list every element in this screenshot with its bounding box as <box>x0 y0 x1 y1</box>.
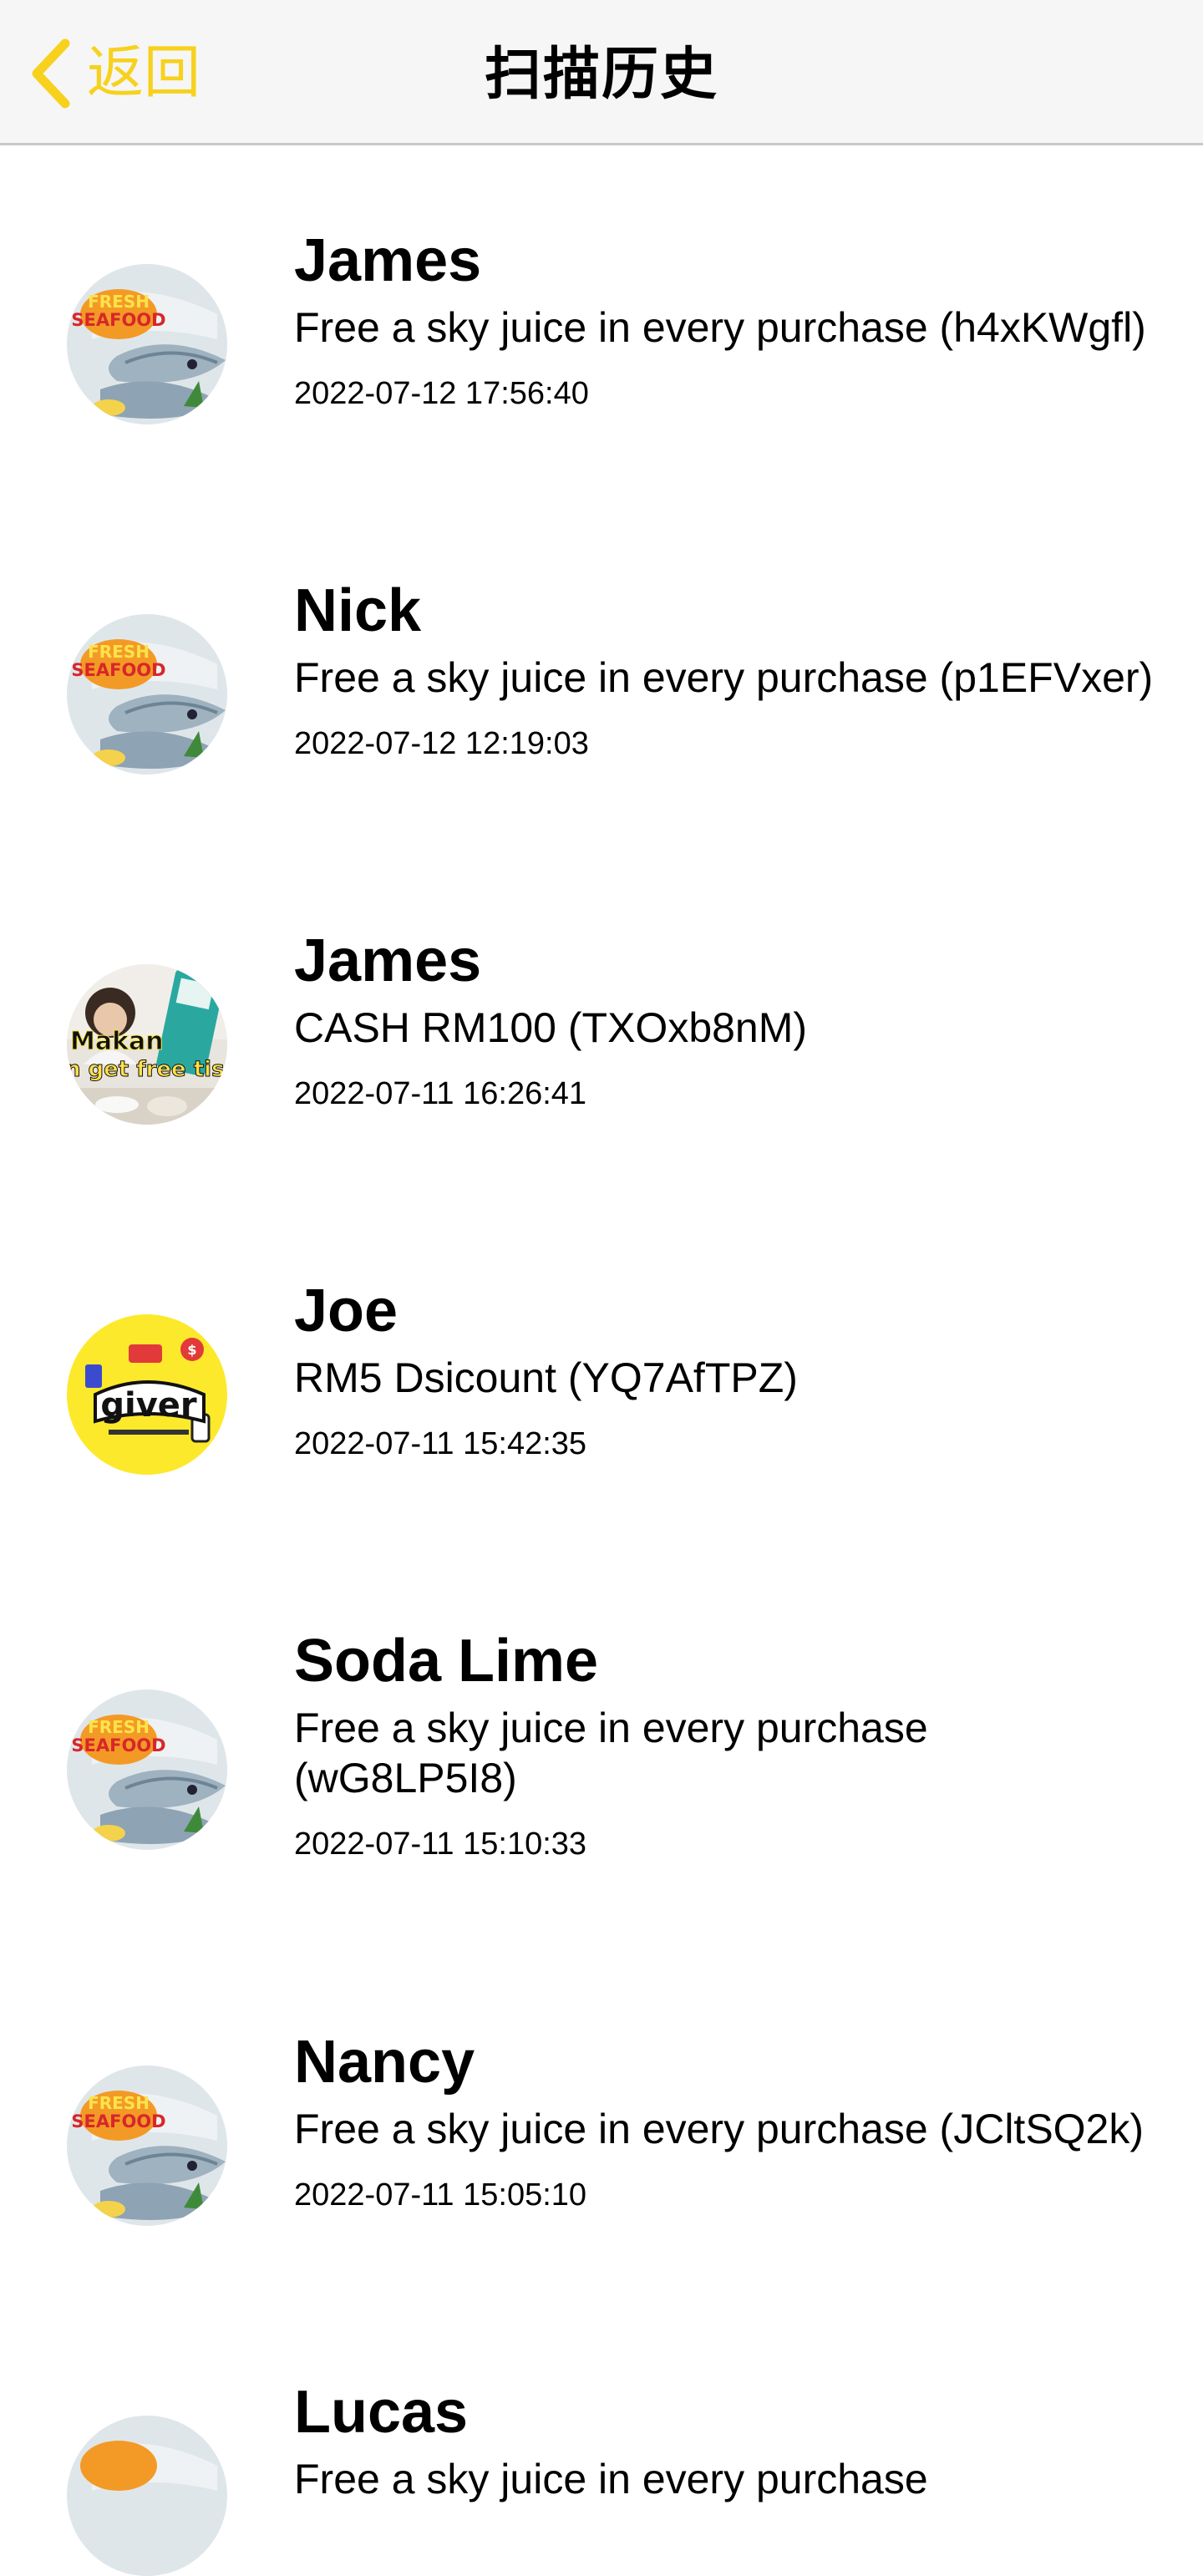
svg-text:FRESH: FRESH <box>88 2093 150 2113</box>
customer-name: Soda Lime <box>294 1628 599 1694</box>
offer-text: Free a sky juice in every purchase (wG8L… <box>294 1705 928 1801</box>
svg-text:FRESH: FRESH <box>88 642 150 662</box>
scan-timestamp: 2022-07-11 15:10:33 <box>294 1827 587 1862</box>
offer-text: Free a sky juice in every purchase (p1EF… <box>294 654 1154 701</box>
svg-text:SEAFOOD: SEAFOOD <box>71 1735 165 1755</box>
scan-timestamp: 2022-07-12 17:56:40 <box>294 376 589 411</box>
page-title: 扫描历史 <box>484 42 718 108</box>
giver-logo-thumbnail: $ giver <box>67 1314 227 1475</box>
scan-timestamp: 2022-07-11 15:42:35 <box>294 1426 587 1461</box>
offer-text: Free a sky juice in every purchase (JClt… <box>294 2106 1145 2152</box>
customer-name: James <box>294 927 482 994</box>
scan-timestamp: 2022-07-11 15:05:10 <box>294 2177 587 2213</box>
svg-text:FRESH: FRESH <box>88 292 150 312</box>
fresh-seafood-thumbnail: FRESH SEAFOOD <box>67 2065 227 2226</box>
offer-text: Free a sky juice in every purchase <box>294 2456 928 2502</box>
scan-timestamp: 2022-07-12 12:19:03 <box>294 726 589 761</box>
navigation-bar: 返回 扫描历史 <box>0 0 1203 145</box>
svg-text:$: $ <box>187 1342 196 1358</box>
customer-name: Nancy <box>294 2029 475 2096</box>
customer-name: Lucas <box>294 2379 469 2446</box>
customer-name: Joe <box>294 1278 398 1344</box>
svg-text:SEAFOOD: SEAFOOD <box>71 660 165 680</box>
history-item-body: Joe RM5 Dsicount (YQ7AfTPZ) 2022-07-11 1… <box>294 1276 1180 1463</box>
customer-name: James <box>294 227 482 294</box>
fresh-seafood-thumbnail <box>67 2416 227 2576</box>
offer-text: Free a sky juice in every purchase (h4xK… <box>294 304 1146 351</box>
thumbnail-label: giver <box>100 1386 197 1425</box>
svg-text:SEAFOOD: SEAFOOD <box>71 310 165 330</box>
scan-timestamp: 2022-07-11 16:26:41 <box>294 1076 587 1111</box>
offer-text: RM5 Dsicount (YQ7AfTPZ) <box>294 1354 798 1401</box>
history-item-body: Nancy Free a sky juice in every purchase… <box>294 2027 1180 2214</box>
svg-text:SEAFOOD: SEAFOOD <box>71 2111 165 2131</box>
history-item-body: Lucas Free a sky juice in every purchase <box>294 2377 1180 2504</box>
svg-text:FRESH: FRESH <box>88 1717 150 1737</box>
customer-name: Nick <box>294 577 422 644</box>
history-item-body: James Free a sky juice in every purchase… <box>294 226 1180 413</box>
history-item-body: Nick Free a sky juice in every purchase … <box>294 576 1180 763</box>
history-item-body: Soda Lime Free a sky juice in every purc… <box>294 1626 1096 1863</box>
makan-free-tissue-thumbnail: Makan n get free tiss <box>67 964 227 1125</box>
thumbnail-label: Makan <box>70 1027 164 1056</box>
fresh-seafood-thumbnail: FRESH SEAFOOD <box>67 1689 227 1850</box>
fresh-seafood-thumbnail: FRESH SEAFOOD <box>67 264 227 424</box>
thumbnail-label: n get free tiss <box>67 1057 227 1082</box>
history-item-body: James CASH RM100 (TXOxb8nM) 2022-07-11 1… <box>294 926 1180 1113</box>
offer-text: CASH RM100 (TXOxb8nM) <box>294 1004 808 1051</box>
fresh-seafood-thumbnail: FRESH SEAFOOD <box>67 614 227 775</box>
